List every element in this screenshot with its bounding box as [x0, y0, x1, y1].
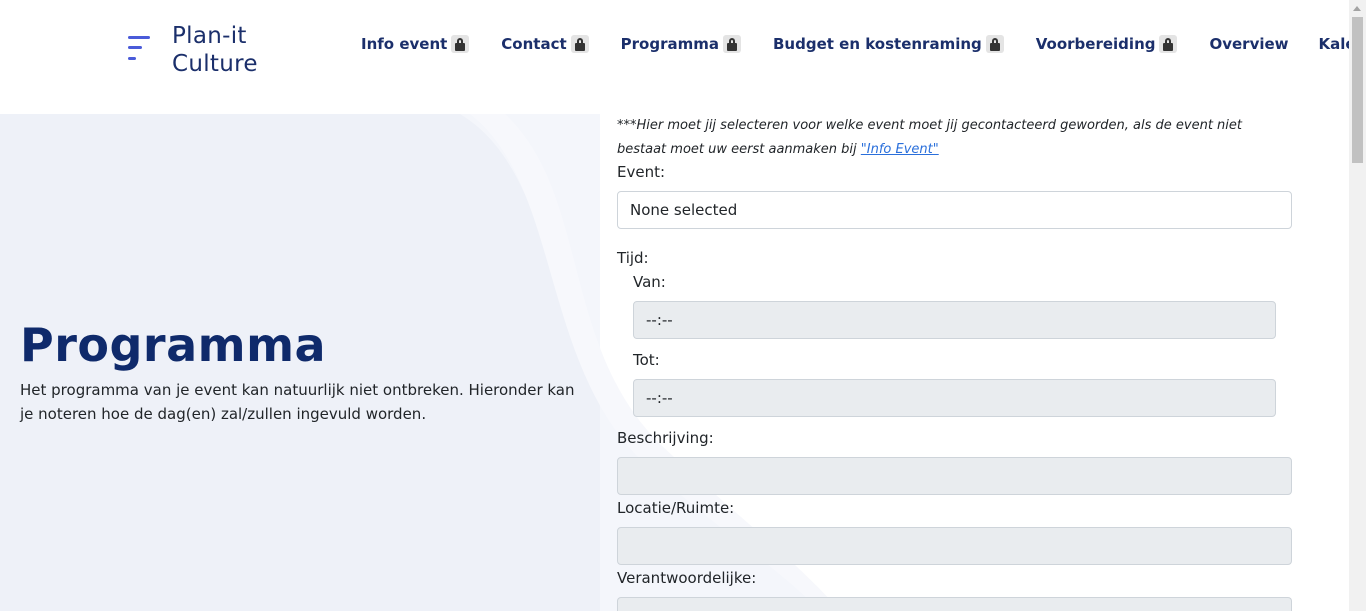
tot-time-value: --:--	[646, 389, 673, 407]
scrollbar-thumb[interactable]	[1352, 17, 1363, 163]
main-nav: Info event Contact Programma Budget en k…	[361, 33, 1366, 55]
tot-label: Tot:	[633, 351, 660, 369]
brand-name: Plan-it Culture	[172, 22, 258, 78]
lock-icon	[1159, 35, 1178, 53]
locatie-input[interactable]	[617, 527, 1292, 565]
event-select-value: None selected	[630, 201, 738, 219]
tot-time-input[interactable]: --:--	[633, 379, 1276, 417]
nav-label: Contact	[501, 35, 567, 53]
nav-info-event[interactable]: Info event	[361, 33, 470, 55]
verantwoordelijke-label: Verantwoordelijke:	[617, 569, 757, 587]
van-label: Van:	[633, 273, 666, 291]
lock-icon	[723, 35, 741, 53]
menu-lines-icon	[128, 36, 150, 64]
event-label: Event:	[617, 163, 666, 181]
nav-overview[interactable]: Overview	[1209, 33, 1288, 55]
nav-programma[interactable]: Programma	[621, 33, 741, 55]
brand-line-2: Culture	[172, 51, 258, 77]
nav-label: Budget en kostenraming	[773, 35, 982, 53]
van-time-input[interactable]: --:--	[633, 301, 1276, 339]
page-title: Programma	[20, 318, 327, 372]
brand-logo[interactable]: Plan-it Culture	[128, 22, 258, 78]
info-event-link[interactable]: "Info Event"	[861, 142, 939, 157]
tijd-label: Tijd:	[617, 249, 649, 267]
lock-icon	[451, 35, 470, 53]
lock-icon	[570, 35, 589, 53]
event-select[interactable]: None selected	[617, 191, 1292, 229]
nav-budget[interactable]: Budget en kostenraming	[773, 33, 1004, 55]
beschrijving-label: Beschrijving:	[617, 429, 714, 447]
brand-line-1: Plan-it	[172, 23, 247, 49]
page-description: Het programma van je event kan natuurlij…	[20, 381, 575, 423]
verantwoordelijke-input[interactable]	[617, 597, 1292, 611]
nav-label: Voorbereiding	[1035, 35, 1156, 53]
locatie-label: Locatie/Ruimte:	[617, 499, 735, 517]
lock-icon	[985, 35, 1004, 53]
site-header: Plan-it Culture Info event Contact Progr…	[0, 0, 1366, 114]
instruction-note: ***Hier moet jij selecteren voor welke e…	[617, 114, 1292, 162]
nav-label: Info event	[361, 35, 448, 53]
nav-label: Overview	[1209, 35, 1289, 53]
nav-label: Programma	[620, 35, 719, 53]
scroll-up-arrow-icon[interactable]	[1349, 0, 1366, 17]
nav-voorbereiding[interactable]: Voorbereiding	[1036, 33, 1178, 55]
page-scrollbar[interactable]	[1349, 0, 1366, 611]
beschrijving-input[interactable]	[617, 457, 1292, 495]
nav-contact[interactable]: Contact	[501, 33, 589, 55]
van-time-value: --:--	[646, 311, 673, 329]
